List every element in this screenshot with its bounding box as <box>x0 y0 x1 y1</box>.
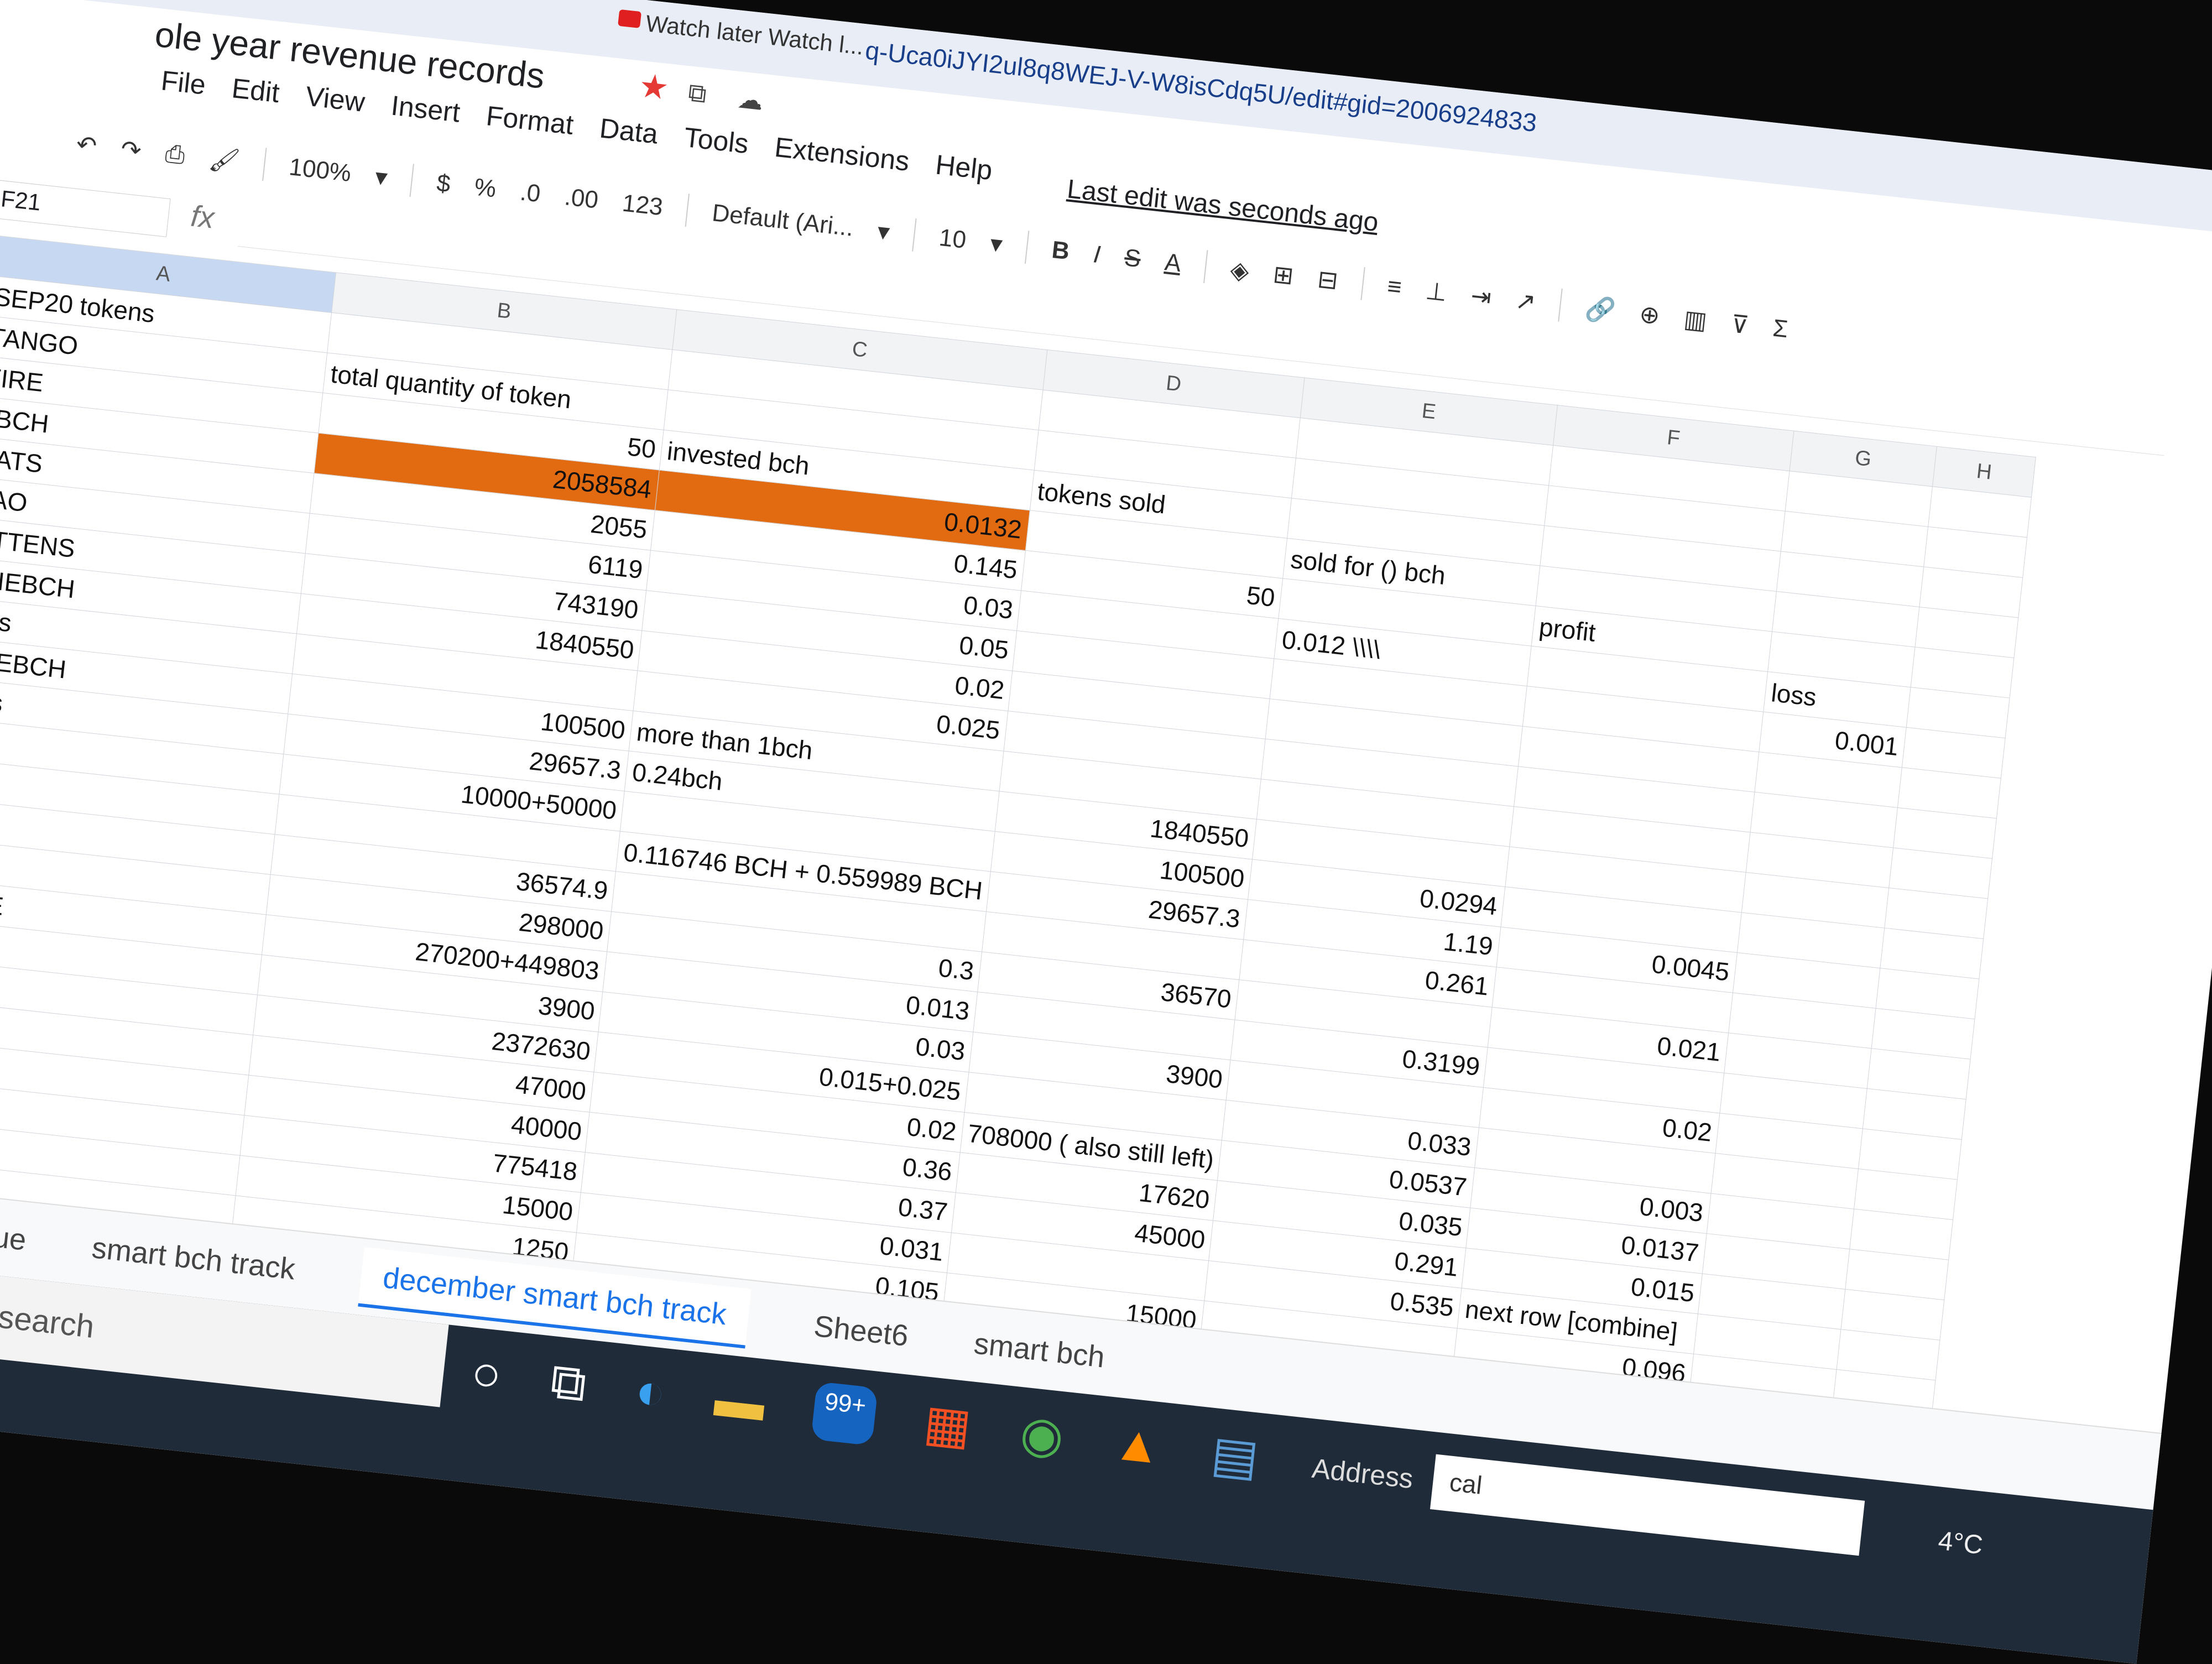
valign-icon[interactable]: ⊥ <box>1424 277 1448 307</box>
fx-icon: fx <box>189 199 216 235</box>
zoom-select[interactable]: 100% <box>288 153 352 187</box>
cloud-status-icon[interactable]: ☁ <box>736 84 765 116</box>
merge-cells-icon[interactable]: ⊟ <box>1316 265 1339 295</box>
vlc-icon[interactable]: ▲ <box>1110 1414 1165 1477</box>
toolbar-divider <box>1360 267 1365 300</box>
percent-button[interactable]: % <box>473 174 497 204</box>
number-format-button[interactable]: 123 <box>621 190 664 222</box>
menu-insert[interactable]: Insert <box>389 89 462 128</box>
rotate-icon[interactable]: ↗ <box>1514 286 1537 317</box>
task-view-icon[interactable]: ⧉ <box>547 1353 589 1414</box>
functions-icon[interactable]: Σ <box>1771 315 1789 344</box>
wrap-icon[interactable]: ⇥ <box>1469 281 1493 312</box>
italic-button[interactable]: I <box>1092 241 1102 269</box>
comment-icon[interactable]: ⊕ <box>1638 300 1661 330</box>
increase-decimal-button[interactable]: .00 <box>563 183 599 214</box>
currency-button[interactable]: $ <box>435 169 452 198</box>
calculator-icon[interactable]: ▤ <box>1208 1425 1261 1488</box>
font-size-select[interactable]: 10 <box>938 224 968 254</box>
link-icon[interactable]: 🔗 <box>1584 294 1617 326</box>
sheet-tab-smart-bch-track[interactable]: smart bch track <box>90 1230 297 1286</box>
name-box[interactable]: F21 <box>0 179 171 237</box>
bold-button[interactable]: B <box>1050 236 1071 265</box>
text-color-button[interactable]: A <box>1164 248 1182 278</box>
chevron-down-icon[interactable]: ▾ <box>374 163 389 192</box>
chart-icon[interactable]: ▥ <box>1682 305 1709 335</box>
toolbar-divider <box>1558 288 1563 322</box>
chevron-down-icon[interactable]: ▾ <box>876 217 891 246</box>
menu-edit[interactable]: Edit <box>230 72 281 109</box>
menu-view[interactable]: View <box>304 80 367 118</box>
align-icon[interactable]: ≡ <box>1386 273 1403 301</box>
toolbar-divider <box>912 218 917 252</box>
menu-tools[interactable]: Tools <box>682 121 750 160</box>
decrease-decimal-button[interactable]: .0 <box>519 179 542 208</box>
sheet-tab-revenue[interactable]: revenue <box>0 1212 28 1258</box>
sheet-tab-sheet6[interactable]: Sheet6 <box>812 1309 910 1353</box>
fill-color-icon[interactable]: ◈ <box>1229 255 1250 285</box>
chrome-icon[interactable]: ◉ <box>1018 1404 1067 1467</box>
weather-widget[interactable]: 4°C <box>1937 1526 1984 1561</box>
menu-data[interactable]: Data <box>598 112 660 150</box>
mail-badge[interactable]: 99+ <box>811 1381 878 1446</box>
paint-format-icon[interactable]: 🖌 <box>207 144 241 176</box>
address-toolbar-label: Address <box>1310 1452 1415 1495</box>
menu-extensions[interactable]: Extensions <box>773 131 911 178</box>
strikethrough-button[interactable]: S <box>1123 244 1142 273</box>
edge-icon[interactable]: ◐ <box>633 1362 669 1423</box>
youtube-icon <box>618 9 642 29</box>
borders-icon[interactable]: ⊞ <box>1272 260 1295 290</box>
toolbar-divider <box>262 148 267 181</box>
font-select[interactable]: Default (Ari... <box>711 199 855 242</box>
file-explorer-icon[interactable]: ▬ <box>712 1371 768 1434</box>
menu-format[interactable]: Format <box>484 100 575 141</box>
toolbar-divider <box>409 164 415 197</box>
sheet-tab-smart-bch[interactable]: smart bch <box>972 1326 1106 1374</box>
undo-icon[interactable]: ↶ <box>75 130 98 160</box>
move-folder-icon[interactable]: ⧉ <box>687 77 708 109</box>
menu-file[interactable]: File <box>159 64 207 101</box>
toolbar-divider <box>1203 250 1208 283</box>
watch-later-bookmark[interactable]: Watch later Watch l... <box>644 10 865 60</box>
chevron-down-icon[interactable]: ▾ <box>989 229 1004 258</box>
star-icon[interactable]: ★ <box>637 66 671 108</box>
toolbar-divider <box>1025 231 1030 264</box>
toolbar-divider <box>685 194 690 227</box>
menu-help[interactable]: Help <box>934 148 994 186</box>
redo-icon[interactable]: ↷ <box>119 135 143 165</box>
print-icon[interactable]: ⎙ <box>164 140 186 170</box>
screen: Watch later Watch l... q-Uca0iJYI2ul8q8W… <box>0 0 2212 1664</box>
store-icon[interactable]: ▦ <box>921 1394 974 1457</box>
cortana-icon[interactable]: ○ <box>468 1344 504 1405</box>
filter-icon[interactable]: ⊽ <box>1730 310 1751 340</box>
